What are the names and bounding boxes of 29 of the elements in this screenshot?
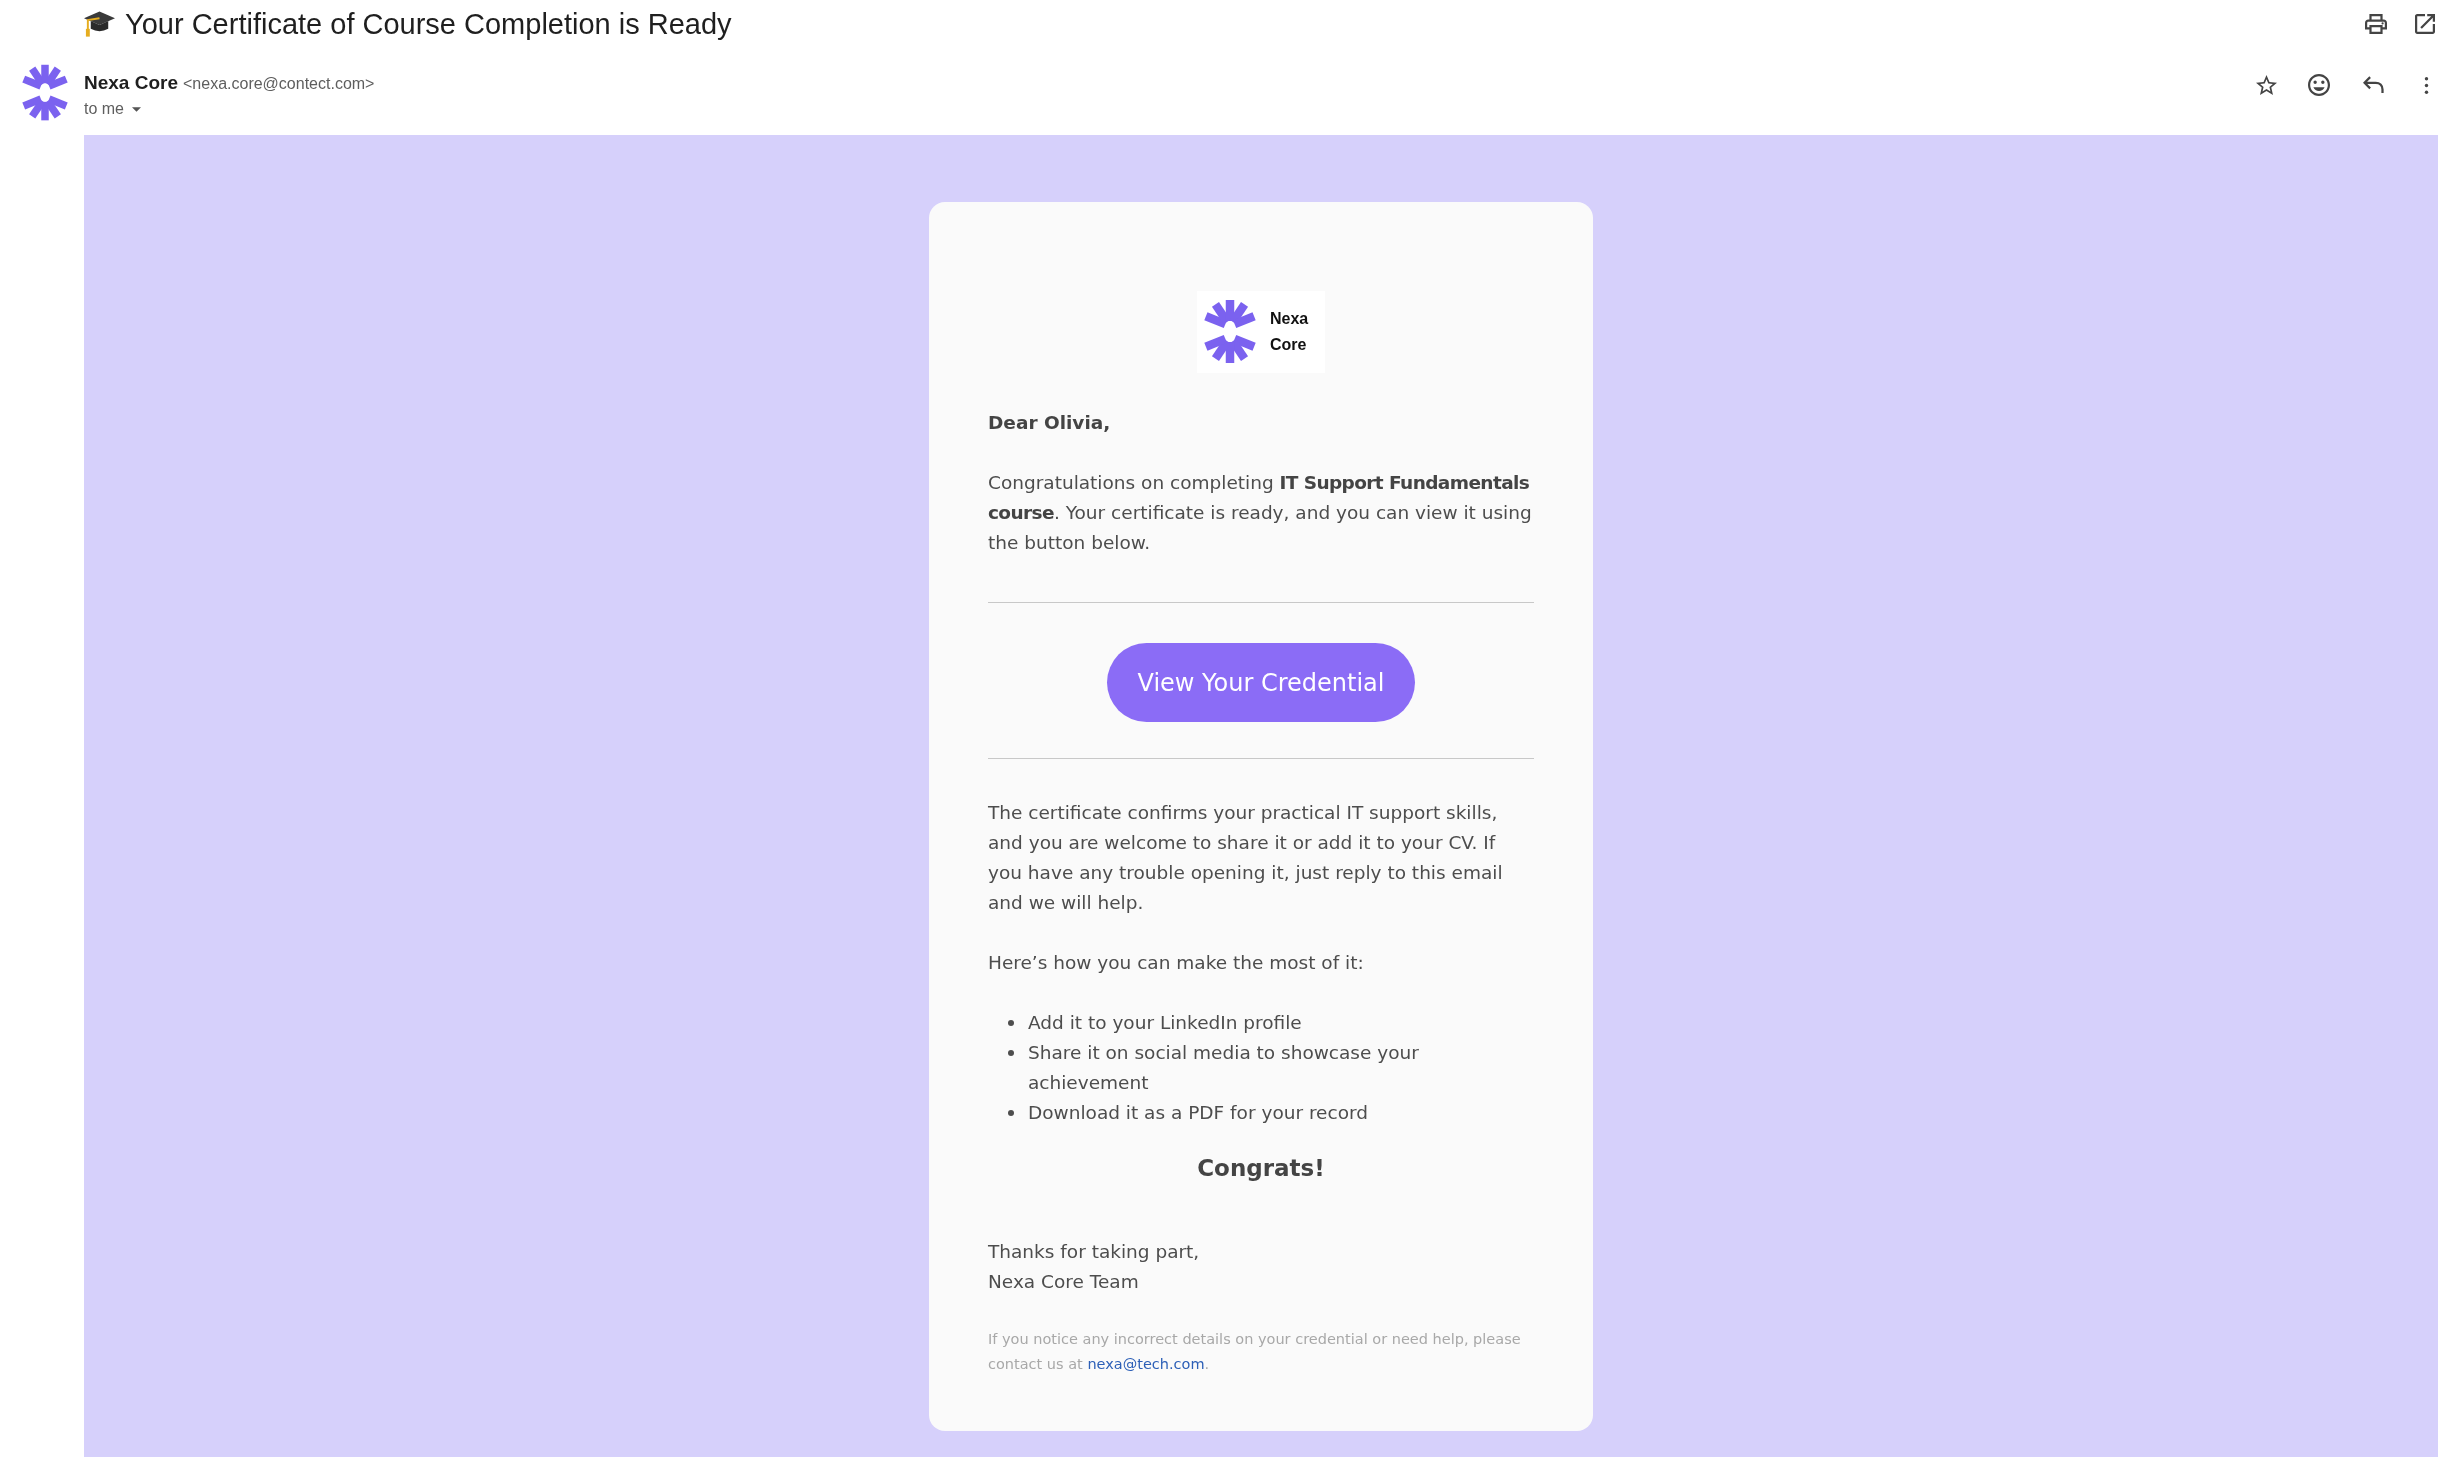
congrats-heading: Congrats! <box>1196 1154 1326 1183</box>
star-icon[interactable] <box>2256 75 2277 95</box>
reply-icon[interactable] <box>2363 76 2384 94</box>
greeting-text: Dear Olivia, <box>988 411 1112 435</box>
smiley-face-icon[interactable] <box>2308 74 2330 96</box>
tip-text: Add it to your LinkedIn profile <box>1028 1011 1303 1035</box>
view-credential-button[interactable]: View Your Credential <box>1107 643 1415 722</box>
signoff-text: Thanks for taking part, Nexa Core Team <box>988 1240 1201 1294</box>
bullet-icon <box>1008 1020 1014 1026</box>
sender-address: <nexa.core@contect.com> <box>183 74 375 94</box>
email-subject: Your Certificate of Course Completion is Ready <box>125 7 732 42</box>
intro-paragraph: Congratulations on completing IT Support Fundamentals course. Your certificate is ready, and you can view it using the button below. <box>988 471 1533 555</box>
sender-name: Nexa Core <box>84 72 178 94</box>
recipients-dropdown[interactable]: to me <box>84 98 141 120</box>
list-intro-text: Here’s how you can make the most of it: <box>988 951 1365 975</box>
graduation-cap-icon <box>83 10 116 38</box>
tip-text: Download it as a PDF for your record <box>1028 1101 1369 1125</box>
print-icon[interactable] <box>2365 14 2387 34</box>
body-paragraph: The certificate confirms your practical IT support skills, and you are welcome to share it or add it to your CV. If you have any trouble opening it, just reply to this email and we will help. <box>988 801 1504 915</box>
footer-note: If you notice any incorrect details on your credential or need help, please contact us at nexa@tech.com. <box>988 1330 1522 1374</box>
bullet-icon <box>1008 1050 1014 1056</box>
starburst-logo-icon <box>19 63 71 123</box>
caret-icon <box>132 106 141 112</box>
logo-wordmark: Nexa Core <box>1270 309 1309 355</box>
tip-text: Share it on social media to showcase your achievement <box>1028 1041 1420 1095</box>
email-link[interactable]: nexa@tech.com <box>1087 1356 1205 1372</box>
bullet-icon <box>1008 1110 1014 1116</box>
open-in-new-window-icon[interactable] <box>2415 14 2435 34</box>
more-options-icon[interactable] <box>2424 76 2429 94</box>
